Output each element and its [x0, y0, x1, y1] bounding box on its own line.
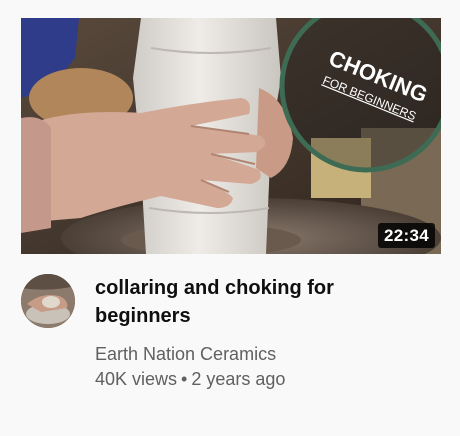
view-count: 40K views	[95, 369, 178, 389]
video-meta: collaring and choking for beginners Eart…	[95, 274, 435, 392]
stats-separator: •	[181, 369, 188, 389]
video-title[interactable]: collaring and choking for beginners	[95, 274, 435, 330]
channel-avatar[interactable]	[21, 274, 75, 328]
video-thumbnail[interactable]: CHOKING FOR BEGINNERS 22:34	[21, 18, 441, 254]
upload-age: 2 years ago	[191, 369, 286, 389]
video-stats: 40K views • 2 years ago	[95, 366, 435, 392]
avatar-image	[21, 274, 75, 328]
thumbnail-image: CHOKING FOR BEGINNERS	[21, 18, 441, 254]
video-card[interactable]: CHOKING FOR BEGINNERS 22:34 collaring an…	[0, 0, 460, 436]
channel-name[interactable]: Earth Nation Ceramics	[95, 342, 435, 366]
duration-badge: 22:34	[378, 223, 435, 248]
